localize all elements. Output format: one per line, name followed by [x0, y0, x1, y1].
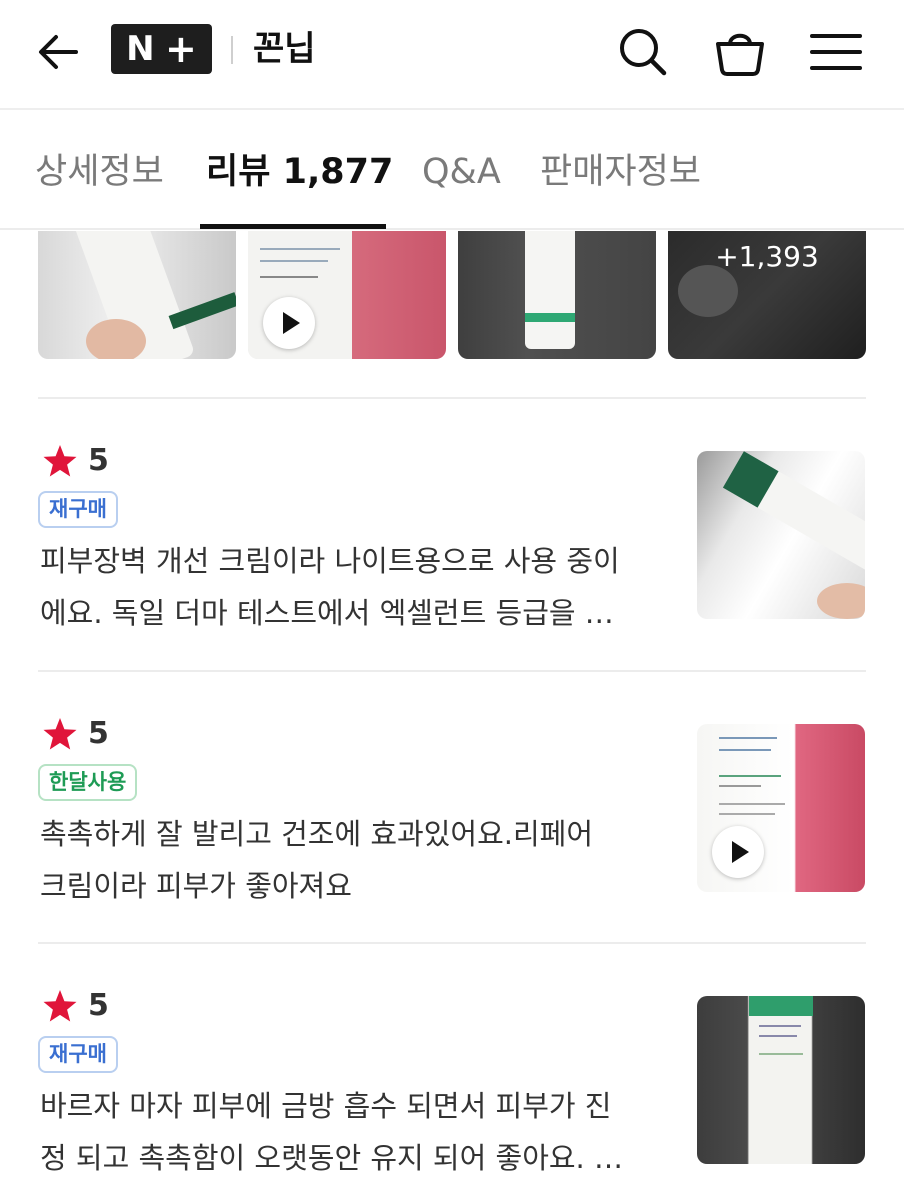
- review-video-thumb[interactable]: [248, 231, 446, 359]
- review-thumbnail[interactable]: [697, 451, 865, 619]
- active-tab-indicator: [200, 224, 386, 229]
- star-icon: [43, 445, 77, 477]
- review-text: 피부장벽 개선 크림이라 나이트용으로 사용 중이 에요. 독일 더마 테스트에…: [40, 535, 670, 639]
- star-icon: [43, 990, 77, 1022]
- review-text-line: 피부장벽 개선 크림이라 나이트용으로 사용 중이: [40, 544, 620, 578]
- review-item[interactable]: 5 한달사용 촉촉하게 잘 발리고 건조에 효과있어요.리페어 크림이라 피부가…: [0, 672, 904, 944]
- top-header: N + 꼰닙: [0, 0, 904, 110]
- product-tube-image: [722, 451, 865, 619]
- star-icon: [43, 718, 77, 750]
- product-tube-image: [73, 231, 236, 359]
- shopping-basket-icon[interactable]: [712, 24, 768, 80]
- review-photo-more[interactable]: +1,393: [668, 231, 866, 359]
- repurchase-badge: 재구매: [38, 491, 118, 528]
- review-text-line: 바르자 마자 피부에 금방 흡수 되면서 피부가 진: [40, 1089, 612, 1123]
- tab-details[interactable]: 상세정보: [35, 150, 164, 194]
- hamburger-menu-icon[interactable]: [808, 24, 864, 80]
- one-month-use-badge: 한달사용: [38, 764, 138, 801]
- review-text-line: 촉촉하게 잘 발리고 건조에 효과있어요.리페어: [40, 817, 594, 851]
- logo-letter: N: [126, 29, 155, 69]
- rating: 5: [42, 988, 109, 1024]
- play-icon[interactable]: [263, 297, 315, 349]
- product-tube-image: [525, 231, 575, 349]
- review-thumbnail[interactable]: [697, 996, 865, 1164]
- logo-plus: +: [164, 27, 197, 71]
- search-icon[interactable]: [615, 24, 671, 80]
- back-arrow-icon[interactable]: [32, 26, 84, 78]
- product-tabs: 상세정보 리뷰 1,877 Q&A 판매자정보: [0, 110, 904, 230]
- repurchase-badge: 재구매: [38, 1036, 118, 1073]
- rating: 5: [42, 443, 109, 479]
- review-item[interactable]: 5 재구매 바르자 마자 피부에 금방 흡수 되면서 피부가 진 정 되고 촉촉…: [0, 944, 904, 1200]
- rating-value: 5: [88, 716, 109, 751]
- store-name[interactable]: 꼰닙: [253, 26, 316, 72]
- tab-qna[interactable]: Q&A: [422, 150, 501, 194]
- review-photo[interactable]: [38, 231, 236, 359]
- tab-seller-info[interactable]: 판매자정보: [540, 150, 701, 194]
- naver-plus-logo[interactable]: N +: [111, 24, 212, 74]
- play-icon[interactable]: [712, 826, 764, 878]
- review-text-line: 정 되고 촉촉함이 오랫동안 유지 되어 좋아요. …: [40, 1141, 623, 1175]
- review-photo[interactable]: [458, 231, 656, 359]
- rating-value: 5: [88, 988, 109, 1023]
- review-text-line: 에요. 독일 더마 테스트에서 엑셀런트 등급을 …: [40, 596, 614, 630]
- review-text: 바르자 마자 피부에 금방 흡수 되면서 피부가 진 정 되고 촉촉함이 오랫동…: [40, 1080, 670, 1184]
- review-video-thumbnail[interactable]: [697, 724, 865, 892]
- review-item[interactable]: 5 재구매 피부장벽 개선 크림이라 나이트용으로 사용 중이 에요. 독일 더…: [0, 399, 904, 671]
- review-text: 촉촉하게 잘 발리고 건조에 효과있어요.리페어 크림이라 피부가 좋아져요: [40, 808, 670, 912]
- rating-value: 5: [88, 443, 109, 478]
- tab-reviews[interactable]: 리뷰 1,877: [206, 150, 393, 194]
- rating: 5: [42, 716, 109, 752]
- more-photos-count: +1,393: [715, 240, 819, 273]
- product-tube-image: [749, 996, 813, 1055]
- review-text-line: 크림이라 피부가 좋아져요: [40, 869, 352, 903]
- header-divider: [231, 36, 233, 64]
- review-photo-strip: +1,393: [0, 231, 904, 359]
